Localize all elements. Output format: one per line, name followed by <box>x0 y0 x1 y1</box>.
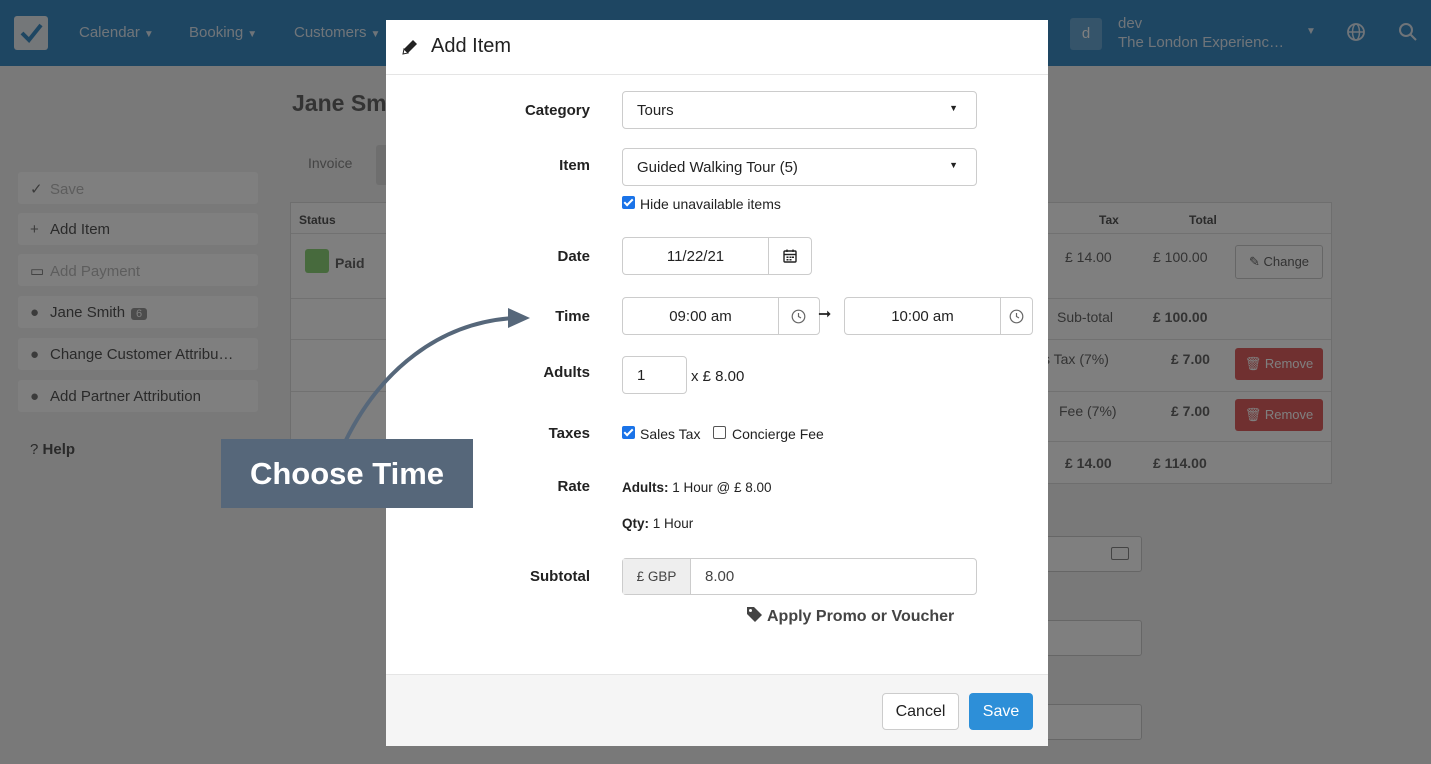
start-time-field[interactable]: 09:00 am <box>622 297 820 335</box>
tag-icon <box>747 607 762 622</box>
hide-unavailable-label: Hide unavailable items <box>640 196 781 212</box>
item-select[interactable]: Guided Walking Tour (5) ▼ <box>622 148 977 186</box>
hide-unavailable-checkbox[interactable] <box>622 196 635 209</box>
sales-tax-label: Sales Tax <box>640 426 701 442</box>
apply-promo-link[interactable]: Apply Promo or Voucher <box>746 606 954 626</box>
subtotal-field[interactable]: £ GBP 8.00 <box>622 558 977 595</box>
callout-arrow <box>343 308 530 443</box>
chevron-down-icon: ▼ <box>949 103 958 113</box>
clock-icon <box>791 309 806 324</box>
adults-price: x £ 8.00 <box>691 368 745 385</box>
adults-input[interactable]: 1 <box>622 356 687 394</box>
date-input[interactable]: 11/22/21 <box>623 248 768 265</box>
currency-addon: £ GBP <box>623 559 691 594</box>
modal-header: Add Item <box>386 20 1048 75</box>
category-label: Category <box>524 102 590 119</box>
item-label: Item <box>559 157 590 174</box>
sales-tax-checkbox[interactable] <box>622 426 635 439</box>
modal-title: Add Item <box>431 35 512 57</box>
concierge-fee-label: Concierge Fee <box>732 426 824 442</box>
end-time-button[interactable] <box>1000 298 1032 334</box>
concierge-fee-checkbox[interactable] <box>713 426 726 439</box>
calendar-icon <box>783 249 797 263</box>
subtotal-input[interactable]: 8.00 <box>705 568 734 585</box>
date-field[interactable]: 11/22/21 <box>622 237 812 275</box>
arrow-right-icon: ➞ <box>818 306 832 323</box>
pencil-icon <box>400 37 420 60</box>
callout-label: Choose Time <box>221 439 473 508</box>
calendar-button[interactable] <box>768 238 811 274</box>
chevron-down-icon: ▼ <box>949 160 958 170</box>
start-time-input[interactable]: 09:00 am <box>623 308 778 325</box>
start-time-button[interactable] <box>778 298 819 334</box>
subtotal-label: Subtotal <box>530 568 590 585</box>
end-time-input[interactable]: 10:00 am <box>845 308 1000 325</box>
rate-qty: Qty: 1 Hour <box>622 516 694 531</box>
category-select[interactable]: Tours ▼ <box>622 91 977 129</box>
clock-icon <box>1009 309 1024 324</box>
date-label: Date <box>557 248 590 265</box>
end-time-field[interactable]: 10:00 am <box>844 297 1033 335</box>
save-button[interactable]: Save <box>969 693 1033 730</box>
modal-footer: Cancel Save <box>386 674 1048 746</box>
rate-adults: Adults: 1 Hour @ £ 8.00 <box>622 480 772 495</box>
cancel-button[interactable]: Cancel <box>882 693 959 730</box>
